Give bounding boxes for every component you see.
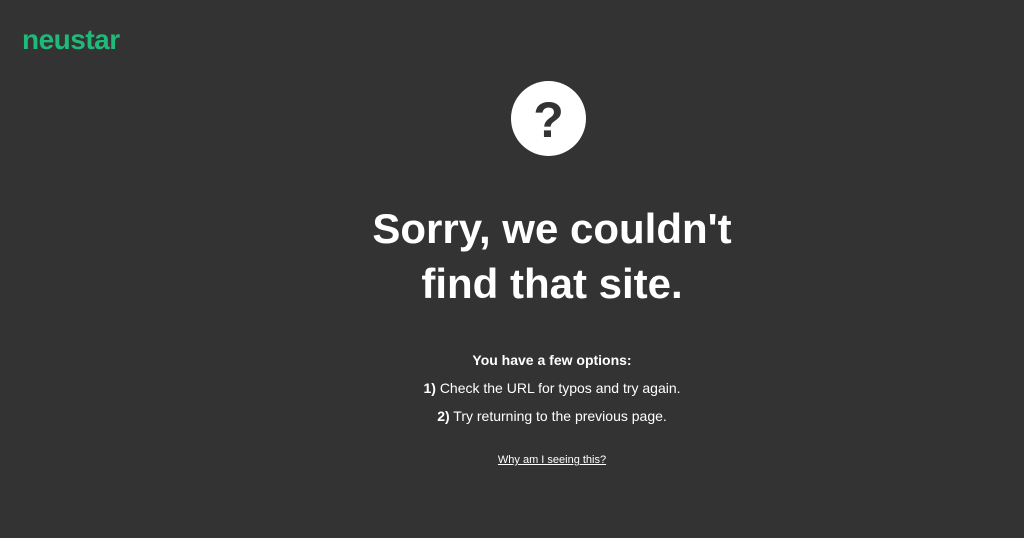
neustar-logo: neustar	[22, 24, 120, 55]
headline-line-2: find that site.	[421, 260, 683, 307]
help-link-container: Why am I seeing this?	[312, 451, 792, 469]
page-title: Sorry, we couldn't find that site.	[312, 201, 792, 311]
headline-line-1: Sorry, we couldn't	[372, 205, 732, 252]
question-mark-glyph: ?	[533, 91, 564, 148]
option-text: Check the URL for typos and try again.	[439, 380, 681, 396]
option-number: 2)	[437, 408, 450, 424]
error-page: neustar ? Sorry, we couldn't find that s…	[0, 0, 1024, 538]
option-text: Try returning to the previous page.	[453, 408, 667, 424]
option-item-1: 1) Check the URL for typos and try again…	[312, 377, 792, 399]
option-number: 1)	[423, 380, 436, 396]
option-item-2: 2) Try returning to the previous page.	[312, 405, 792, 427]
options-section: You have a few options: 1) Check the URL…	[312, 349, 792, 433]
options-intro: You have a few options:	[472, 352, 632, 368]
question-mark-icon: ?	[511, 81, 586, 156]
why-am-i-seeing-this-link[interactable]: Why am I seeing this?	[498, 454, 606, 466]
